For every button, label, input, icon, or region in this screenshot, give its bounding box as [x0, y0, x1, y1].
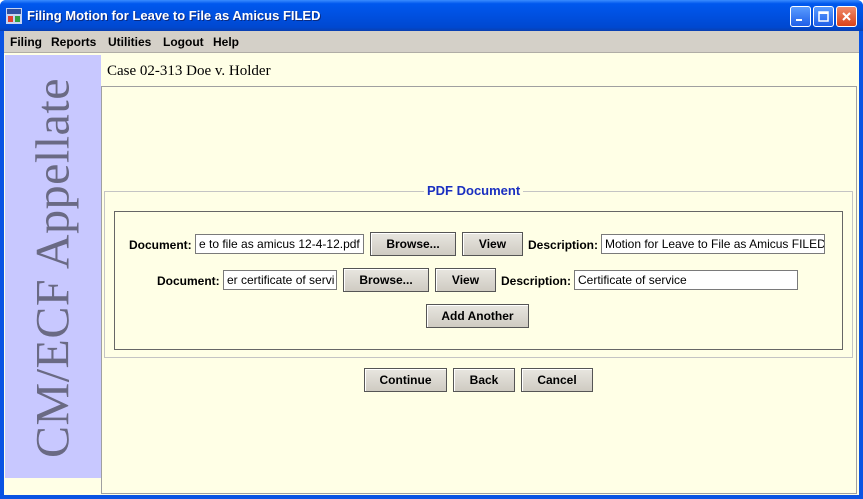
back-button[interactable]: Back	[453, 368, 515, 392]
menu-filing[interactable]: Filing	[10, 35, 42, 49]
menu-logout[interactable]: Logout	[163, 35, 204, 49]
menu-bar: Filing Reports Utilities Logout Help	[4, 31, 859, 53]
document-field-2[interactable]: er certificate of servi	[223, 270, 337, 290]
sidebar-banner: CM/ECF Appellate	[5, 55, 101, 478]
document-label: Document:	[129, 238, 192, 252]
menu-utilities[interactable]: Utilities	[108, 35, 151, 49]
menu-help[interactable]: Help	[213, 35, 239, 49]
browse-button-2[interactable]: Browse...	[343, 268, 429, 292]
close-icon	[842, 12, 851, 21]
description-field-2[interactable]: Certificate of service	[574, 270, 798, 290]
title-bar[interactable]: Filing Motion for Leave to File as Amicu…	[0, 0, 863, 31]
continue-button[interactable]: Continue	[364, 368, 447, 392]
sidebar-brand: CM/ECF Appellate	[26, 78, 80, 458]
minimize-icon	[796, 19, 802, 21]
case-title: Case 02-313 Doe v. Holder	[107, 63, 271, 79]
app-icon	[6, 8, 22, 24]
add-another-button[interactable]: Add Another	[426, 304, 529, 328]
document-label: Document:	[157, 274, 220, 288]
minimize-button[interactable]	[790, 6, 811, 27]
view-button-1[interactable]: View	[462, 232, 523, 256]
description-label: Description:	[501, 274, 572, 288]
view-button-2[interactable]: View	[435, 268, 496, 292]
browse-button-1[interactable]: Browse...	[370, 232, 456, 256]
app-window: Filing Motion for Leave to File as Amicu…	[0, 0, 863, 499]
pdf-document-title: PDF Document	[424, 183, 524, 198]
document-value: e to file as amicus 12-4-12.pdf	[199, 237, 360, 251]
description-label: Description:	[528, 238, 599, 252]
cancel-button[interactable]: Cancel	[521, 368, 593, 392]
window-title: Filing Motion for Leave to File as Amicu…	[27, 8, 321, 23]
maximize-icon	[818, 11, 829, 22]
menu-reports[interactable]: Reports	[51, 35, 96, 49]
document-field-1[interactable]: e to file as amicus 12-4-12.pdf	[195, 234, 364, 254]
maximize-button[interactable]	[813, 6, 834, 27]
close-button[interactable]	[836, 6, 857, 27]
description-field-1[interactable]: Motion for Leave to File as Amicus FILED	[601, 234, 825, 254]
